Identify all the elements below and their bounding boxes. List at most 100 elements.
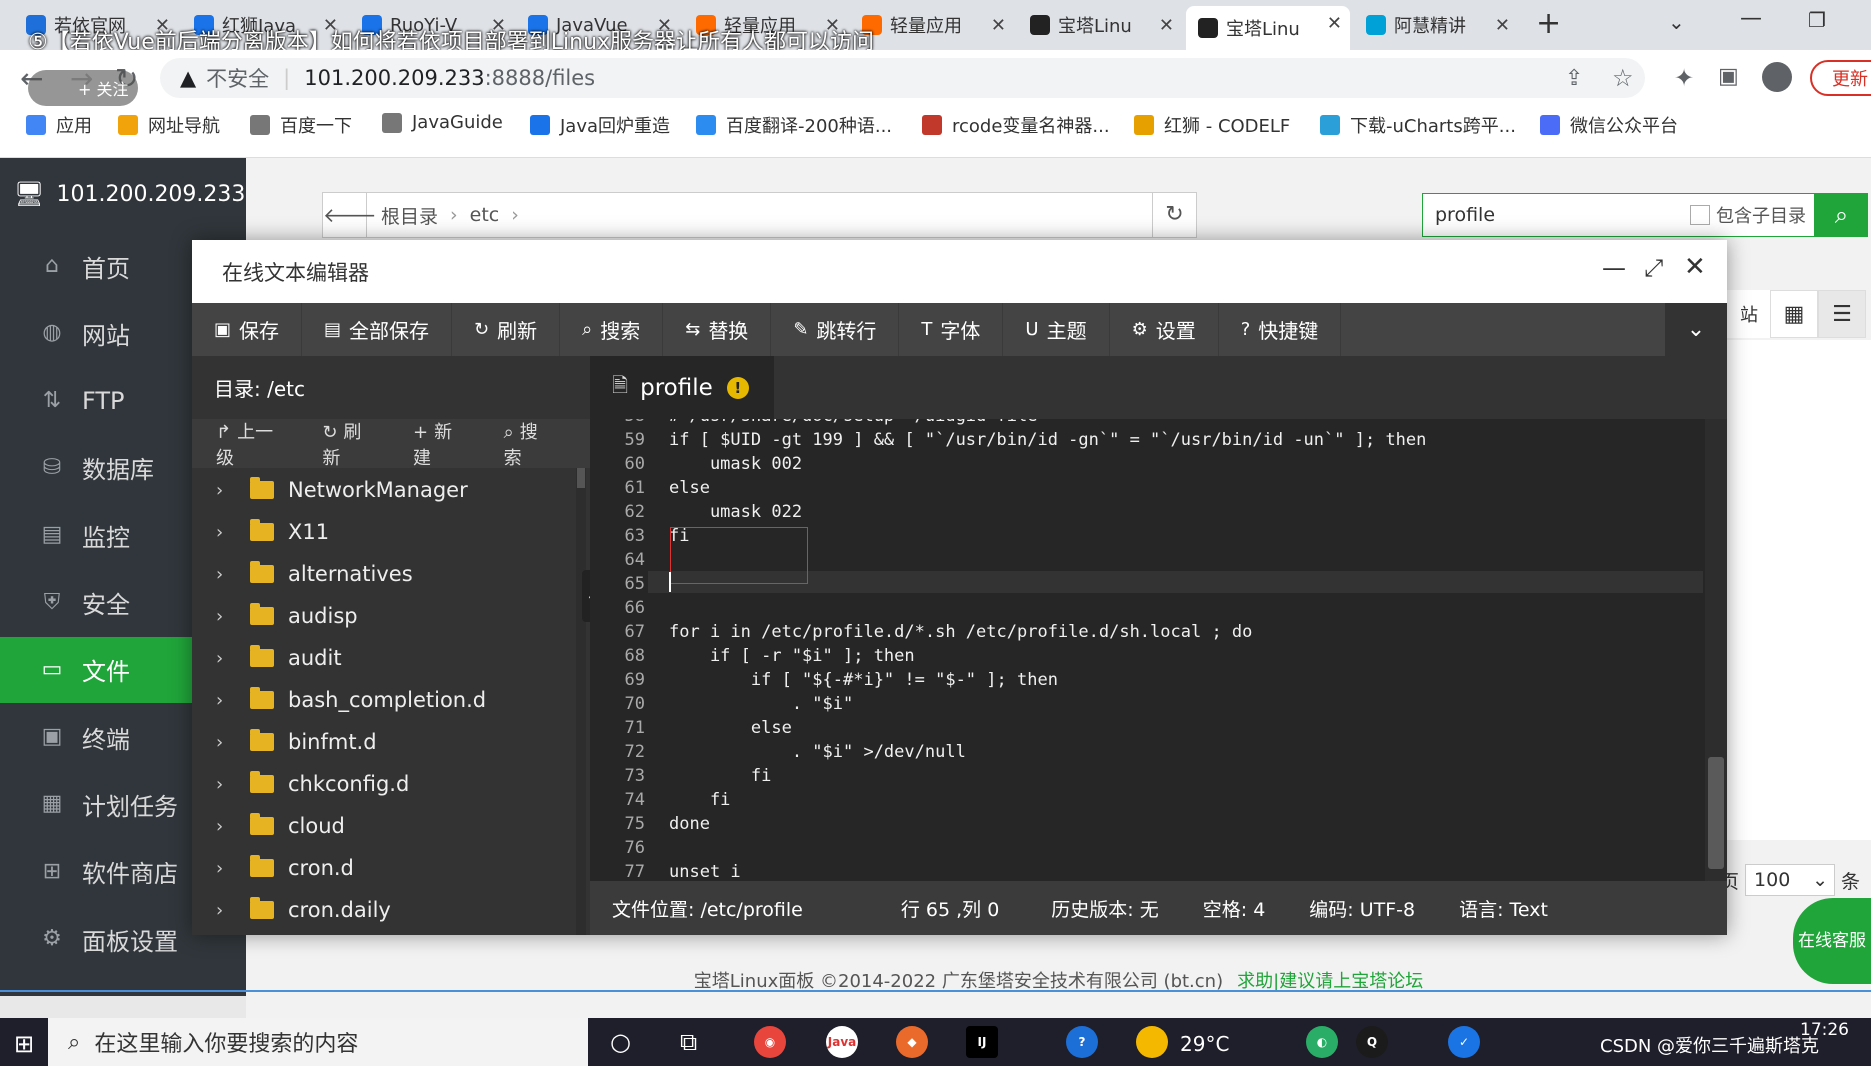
intellij-icon[interactable]: IJ [966, 1026, 998, 1058]
bookmark-item[interactable]: 红狮 - CODELF [1134, 112, 1290, 138]
list-view-icon[interactable]: ☰ [1818, 290, 1866, 338]
tree-scroll-thumb[interactable] [577, 468, 585, 488]
qq-icon[interactable]: Q [1356, 1026, 1388, 1058]
tree-item[interactable]: › audisp [192, 595, 574, 637]
tree-item[interactable]: › cron.d [192, 847, 574, 889]
search-button[interactable]: ⌕ [1815, 193, 1868, 237]
close-tab-icon[interactable]: ✕ [1159, 15, 1174, 36]
chevron-right-icon[interactable]: › [216, 690, 236, 711]
wechat-icon[interactable]: ◐ [1306, 1026, 1338, 1058]
horizontal-scrollbar[interactable] [0, 996, 246, 1018]
maximize-icon[interactable]: ⤢ [1644, 254, 1663, 282]
tree-item[interactable]: › chkconfig.d [192, 763, 574, 805]
chevron-right-icon[interactable]: › [216, 900, 236, 921]
bookmark-item[interactable]: 百度翻译-200种语... [696, 112, 892, 138]
tree-item[interactable]: › alternatives [192, 553, 574, 595]
share-icon[interactable]: ⇪ [1565, 66, 1583, 91]
app-icon[interactable]: ◆ [896, 1026, 928, 1058]
browser-tab[interactable]: 宝塔Linu ✕ [1018, 8, 1182, 42]
bookmark-item[interactable]: 微信公众平台 [1540, 112, 1678, 138]
extensions-icon[interactable]: ✦ [1674, 64, 1694, 92]
minimize-icon[interactable]: — [1602, 254, 1626, 282]
help-icon[interactable]: ? [1066, 1026, 1098, 1058]
include-subdir-checkbox[interactable]: 包含子目录 [1690, 202, 1814, 228]
tree-item[interactable]: › NetworkManager [192, 469, 574, 511]
refresh-icon[interactable]: ↻ [1152, 193, 1196, 237]
chevron-right-icon[interactable]: › [216, 480, 236, 501]
bookmark-star-icon[interactable]: ☆ [1612, 64, 1634, 92]
status-history[interactable]: 历史版本: 无 [1051, 895, 1158, 922]
toolbar-button-gear[interactable]: ⚙ 设置 [1110, 303, 1219, 356]
toolbar-button-font[interactable]: T 字体 [899, 303, 1004, 356]
profile-avatar[interactable] [1762, 62, 1792, 92]
tree-scrollbar[interactable] [576, 468, 586, 935]
chevron-right-icon[interactable]: › [216, 522, 236, 543]
toolbar-button-save[interactable]: ▣ 保存 [192, 303, 303, 356]
chevron-right-icon[interactable]: › [216, 606, 236, 627]
bookmark-item[interactable]: JavaGuide [382, 112, 503, 133]
weather-icon[interactable] [1136, 1026, 1168, 1058]
follow-button[interactable]: + 关注 [28, 70, 138, 106]
tree-item[interactable]: › binfmt.d [192, 721, 574, 763]
chevron-right-icon[interactable]: › [216, 816, 236, 837]
browser-tab[interactable]: 轻量应用 ✕ [850, 8, 1014, 42]
tree-item[interactable]: › cloud [192, 805, 574, 847]
chevron-right-icon[interactable]: › [216, 648, 236, 669]
task-view-icon[interactable]: ⧉ [680, 1028, 697, 1056]
chevron-right-icon[interactable]: › [216, 732, 236, 753]
grid-view-icon[interactable]: ▦ [1770, 290, 1818, 338]
new-tab-button[interactable]: + [1536, 6, 1561, 41]
update-button[interactable]: 更新 [1810, 60, 1871, 96]
taskbar-search[interactable]: ⌕ 在这里输入你要搜索的内容 [48, 1018, 588, 1066]
toolbar-button-search[interactable]: ⌕ 搜索 [560, 303, 664, 356]
close-tab-icon[interactable]: ✕ [1327, 13, 1342, 34]
dir-tool-up[interactable]: ↱ 上一级 [216, 418, 300, 470]
tree-item[interactable]: › audit [192, 637, 574, 679]
checkbox-box[interactable] [1690, 205, 1710, 225]
dir-tool-refresh[interactable]: ↻ 刷新 [322, 418, 391, 470]
side-panel-icon[interactable]: ▣ [1718, 64, 1739, 89]
shield-icon[interactable]: ✓ [1448, 1026, 1480, 1058]
tree-item[interactable]: › cron.daily [192, 889, 574, 931]
restore-window-button[interactable]: ❐ [1808, 8, 1826, 32]
java-icon[interactable]: Java [826, 1026, 858, 1058]
toolbar-button-save-all[interactable]: ▤ 全部保存 [302, 303, 453, 356]
tab-profile[interactable]: 🗎 profile ! [590, 356, 774, 419]
bookmark-item[interactable]: 网址导航 [118, 112, 220, 138]
browser-tab[interactable]: 阿慧精讲 ✕ [1354, 8, 1518, 42]
code-scroll-thumb[interactable] [1708, 757, 1724, 869]
status-indent[interactable]: 空格: 4 [1203, 895, 1266, 922]
toolbar-button-refresh[interactable]: ↻ 刷新 [452, 303, 561, 356]
chevron-right-icon[interactable]: › [216, 774, 236, 795]
file-search-input[interactable]: profile 包含子目录 [1422, 193, 1815, 237]
tab-search-chevron-icon[interactable]: ⌄ [1668, 10, 1685, 34]
breadcrumb-etc[interactable]: etc [470, 204, 500, 226]
tree-item[interactable]: › X11 [192, 511, 574, 553]
bookmark-item[interactable]: 应用 [26, 112, 92, 138]
chevron-right-icon[interactable]: › [216, 564, 236, 585]
toolbar-button-pin[interactable]: ✎ 跳转行 [771, 303, 900, 356]
online-support-button[interactable]: 在线客服 [1793, 898, 1871, 984]
status-language[interactable]: 语言: Text [1459, 895, 1548, 922]
browser-tab[interactable]: 宝塔Linu ✕ [1186, 6, 1350, 50]
chevron-down-icon[interactable]: ⌄ [1665, 303, 1727, 356]
address-bar[interactable]: ▲ 不安全 | 101.200.209.233 :8888/files [160, 58, 1645, 98]
windows-start-icon[interactable]: ⊞ [14, 1030, 34, 1058]
close-icon[interactable]: ✕ [1684, 252, 1706, 282]
toolbar-button-replace[interactable]: ⇆ 替换 [663, 303, 772, 356]
status-encoding[interactable]: 编码: UTF-8 [1309, 895, 1415, 922]
bookmark-item[interactable]: rcode变量名神器... [922, 112, 1110, 138]
dir-tool-search[interactable]: ⌕ 搜索 [504, 418, 568, 470]
site-button-fragment[interactable]: 站 [1727, 290, 1771, 338]
cortana-icon[interactable]: ○ [610, 1028, 631, 1056]
page-size-select[interactable]: 100 ⌄ [1745, 864, 1836, 896]
close-tab-icon[interactable]: ✕ [991, 15, 1006, 36]
close-tab-icon[interactable]: ✕ [1495, 15, 1510, 36]
minimize-window-button[interactable]: — [1740, 6, 1762, 31]
chrome-icon[interactable]: ◉ [754, 1026, 786, 1058]
toolbar-button-help[interactable]: ? 快捷键 [1219, 303, 1342, 356]
toolbar-button-magnet[interactable]: U 主题 [1003, 303, 1110, 356]
bookmark-item[interactable]: 下载-uCharts跨平... [1320, 112, 1516, 138]
tree-item[interactable]: › bash_completion.d [192, 679, 574, 721]
bookmark-item[interactable]: Java回炉重造 [530, 112, 670, 138]
